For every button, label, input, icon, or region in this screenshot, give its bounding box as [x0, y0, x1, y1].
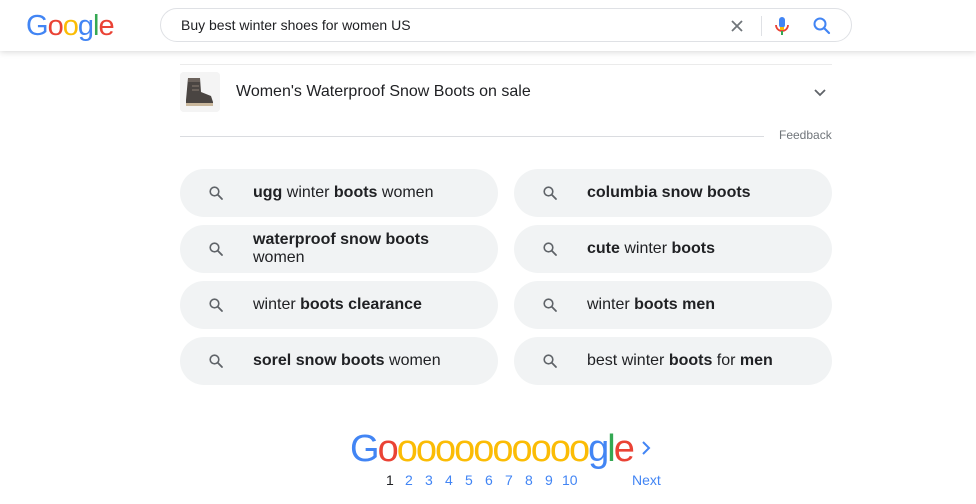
related-search-chip[interactable]: columbia snow boots	[514, 169, 832, 217]
page-number-link[interactable]: 4	[445, 472, 453, 488]
related-search-chip[interactable]: best winter boots for men	[514, 337, 832, 385]
related-search-chip[interactable]: winter boots clearance	[180, 281, 498, 329]
search-icon	[208, 185, 224, 201]
page-number-link[interactable]: 2	[405, 472, 413, 488]
search-icon	[208, 297, 224, 313]
page-number-link[interactable]: 3	[425, 472, 433, 488]
page-number-link[interactable]: 8	[525, 472, 533, 488]
related-search-label: columbia snow boots	[587, 184, 751, 201]
chevron-right-icon[interactable]	[638, 438, 654, 458]
page-number-link[interactable]: 10	[562, 472, 578, 488]
next-page-link[interactable]: Next	[632, 472, 661, 488]
related-search-label: winter boots men	[587, 296, 716, 313]
related-search-chip[interactable]: winter boots men	[514, 281, 832, 329]
feedback-link[interactable]: Feedback	[779, 128, 832, 142]
search-icon	[542, 297, 558, 313]
search-icon	[208, 241, 224, 257]
related-search-chip[interactable]: waterproof snow boots women	[180, 225, 498, 273]
search-icon[interactable]	[811, 15, 833, 37]
page-number-link[interactable]: 9	[545, 472, 553, 488]
search-icon	[542, 241, 558, 257]
related-search-label: cute winter boots	[587, 240, 716, 257]
search-input[interactable]	[181, 9, 721, 41]
chevron-down-icon[interactable]	[812, 84, 828, 100]
related-search-label: sorel snow boots women	[253, 352, 441, 369]
related-search-label: best winter boots for men	[587, 352, 773, 369]
search-icon	[542, 353, 558, 369]
google-logo[interactable]: Google	[26, 9, 115, 43]
search-icon	[542, 185, 558, 201]
related-search-chip[interactable]: cute winter boots	[514, 225, 832, 273]
microphone-icon[interactable]	[772, 15, 792, 37]
related-search-chip[interactable]: ugg winter boots women	[180, 169, 498, 217]
clear-icon[interactable]	[727, 16, 747, 36]
page-number-link: 1	[386, 472, 394, 488]
search-divider	[761, 16, 762, 36]
related-search-label: winter boots clearance	[253, 296, 422, 313]
result-accordion-row[interactable]: Women's Waterproof Snow Boots on sale	[180, 72, 832, 112]
search-icon	[208, 353, 224, 369]
divider-line	[180, 64, 832, 65]
pagination-google-logo: Gooooooooooogle	[350, 428, 635, 470]
result-title: Women's Waterproof Snow Boots on sale	[236, 83, 531, 100]
page-number-link[interactable]: 5	[465, 472, 473, 488]
related-search-label: ugg winter boots women	[253, 184, 434, 201]
page-number-link[interactable]: 7	[505, 472, 513, 488]
divider-line	[180, 136, 764, 137]
snow-boot-thumbnail	[180, 72, 220, 112]
page-number-link[interactable]: 6	[485, 472, 493, 488]
related-search-chip[interactable]: sorel snow boots women	[180, 337, 498, 385]
search-box[interactable]	[160, 8, 852, 42]
related-search-label: waterproof snow boots women	[253, 231, 429, 266]
top-bar: Google	[0, 0, 976, 51]
